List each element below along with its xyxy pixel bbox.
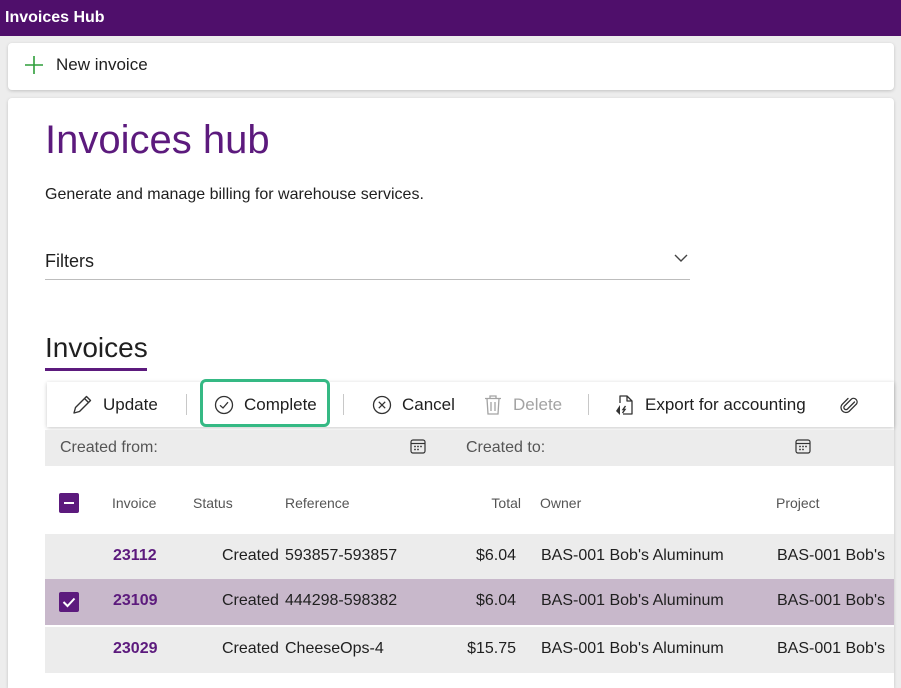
status-cell: Created <box>222 592 279 609</box>
table-row[interactable]: 23109 Created 444298-598382 $6.04 BAS-00… <box>45 579 894 625</box>
trash-icon <box>485 394 501 415</box>
status-cell: Created <box>222 640 279 657</box>
created-from-label: Created from: <box>60 439 158 456</box>
total-cell: $15.75 <box>467 640 516 657</box>
reference-cell: CheeseOps-4 <box>285 640 384 657</box>
delete-label: Delete <box>513 394 563 414</box>
table-row[interactable]: 23112 Created 593857-593857 $6.04 BAS-00… <box>45 534 894 580</box>
update-button[interactable]: Update <box>71 382 158 427</box>
toolbar-divider <box>588 394 589 415</box>
new-invoice-label: New invoice <box>56 55 148 74</box>
column-header-invoice[interactable]: Invoice <box>112 495 156 511</box>
chevron-down-icon <box>674 254 688 262</box>
app-title: Invoices Hub <box>5 9 105 26</box>
check-circle-icon <box>214 395 234 414</box>
export-for-accounting-button[interactable]: Export for accounting <box>615 382 806 427</box>
owner-cell: BAS-001 Bob's Aluminum <box>541 547 724 564</box>
section-title: Invoices <box>45 332 148 363</box>
total-cell: $6.04 <box>475 547 516 564</box>
calendar-icon[interactable] <box>410 438 426 454</box>
update-label: Update <box>103 394 158 414</box>
column-header-owner[interactable]: Owner <box>540 495 581 511</box>
cancel-button[interactable]: Cancel <box>372 382 455 427</box>
section-title-underline <box>45 368 147 371</box>
owner-cell: BAS-001 Bob's Aluminum <box>541 640 724 657</box>
table-row[interactable]: 23029 Created CheeseOps-4 $15.75 BAS-001… <box>45 627 894 673</box>
reference-cell: 444298-598382 <box>285 592 398 609</box>
created-to-label: Created to: <box>466 439 546 456</box>
total-cell: $6.04 <box>475 592 516 609</box>
date-filter-bar: Created from: Created to: <box>45 430 894 466</box>
minus-icon <box>64 502 74 504</box>
filters-dropdown[interactable]: Filters <box>45 243 690 280</box>
toolbar-divider <box>343 394 344 415</box>
plus-icon <box>25 56 43 74</box>
filters-label: Filters <box>45 251 94 271</box>
pencil-icon <box>73 395 92 414</box>
delete-button[interactable]: Delete <box>483 382 562 427</box>
attach-button[interactable] <box>840 382 858 427</box>
invoices-toolbar: Update Complete Cancel Delete Export for… <box>47 379 894 427</box>
calendar-icon[interactable] <box>795 438 811 454</box>
checkmark-icon <box>62 597 76 608</box>
paperclip-icon <box>840 397 858 413</box>
project-cell: BAS-001 Bob's <box>777 547 886 564</box>
row-checkbox[interactable] <box>59 592 79 612</box>
export-for-accounting-label: Export for accounting <box>645 394 806 414</box>
page-title: Invoices hub <box>45 118 270 162</box>
reference-cell: 593857-593857 <box>285 547 398 564</box>
invoice-link[interactable]: 23112 <box>113 547 157 565</box>
new-invoice-button[interactable]: New invoice <box>24 55 148 75</box>
cancel-label: Cancel <box>402 394 455 414</box>
status-cell: Created <box>222 547 279 564</box>
main-panel: Invoices hub Generate and manage billing… <box>8 98 894 688</box>
command-bar: New invoice <box>8 43 894 90</box>
table-header: Invoice Status Reference Total Owner Pro… <box>45 484 894 522</box>
page-description: Generate and manage billing for warehous… <box>45 186 424 203</box>
invoice-link[interactable]: 23029 <box>113 640 158 658</box>
project-cell: BAS-001 Bob's <box>777 640 886 657</box>
project-cell: BAS-001 Bob's <box>777 592 886 609</box>
select-all-checkbox[interactable] <box>59 493 79 513</box>
column-header-reference[interactable]: Reference <box>285 495 350 511</box>
cancel-circle-icon <box>372 395 392 414</box>
invoice-link[interactable]: 23109 <box>113 592 158 610</box>
owner-cell: BAS-001 Bob's Aluminum <box>541 592 724 609</box>
column-header-project[interactable]: Project <box>776 495 820 511</box>
column-header-status[interactable]: Status <box>193 495 233 511</box>
complete-button[interactable]: Complete <box>214 382 317 427</box>
column-header-total[interactable]: Total <box>485 495 521 511</box>
export-document-icon <box>616 394 633 415</box>
app-header: Invoices Hub <box>0 0 901 36</box>
complete-label: Complete <box>244 394 317 414</box>
toolbar-divider <box>186 394 187 415</box>
